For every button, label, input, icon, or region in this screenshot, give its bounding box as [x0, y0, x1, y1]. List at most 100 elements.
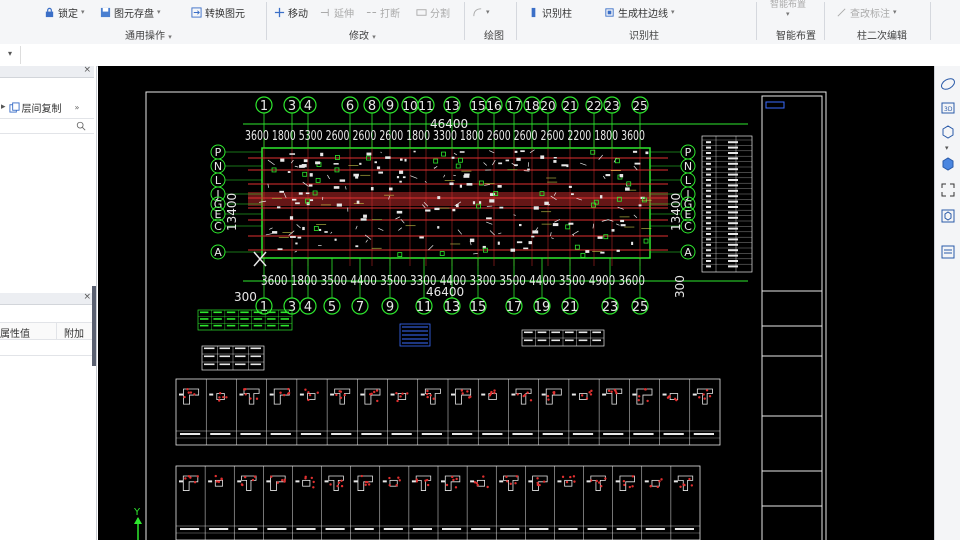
detail-dim-text [451, 393, 455, 396]
rebar-mark [463, 175, 470, 178]
rebar-dot [690, 484, 694, 487]
rebar-mark [531, 235, 535, 238]
lock-button[interactable]: 锁定 ▾ [44, 4, 85, 20]
rebar-mark [334, 238, 337, 241]
rebar-dot [658, 480, 661, 483]
cad-drawing-canvas[interactable]: 1 3 4 6 8 9 10 11 13 15 16 17 18 20 21 22 23 25 1 3 4 5 7 9 11 1… [98, 66, 934, 540]
rebar-mark [291, 198, 297, 201]
properties-table-header: 属性值 附加 [0, 322, 94, 340]
fit-view-button[interactable] [938, 180, 958, 200]
schedule-cell-text [706, 260, 711, 262]
cube-outline-icon [942, 125, 954, 139]
white-legend-table-text [204, 347, 215, 350]
identify-column-button[interactable]: 识别柱 [528, 4, 572, 20]
rebar-dot [343, 393, 346, 397]
splitter-handle[interactable] [92, 286, 96, 366]
smart-layout-dropdown[interactable]: ▾ [786, 6, 790, 22]
schedule-cell-text [706, 233, 711, 235]
axis-label: 23 [604, 99, 619, 113]
dropdown-arrow-icon[interactable]: ▸ [1, 102, 6, 112]
rebar-dot [193, 393, 196, 396]
rebar-dot [255, 397, 259, 400]
green-legend-table-text [253, 324, 263, 327]
column-outline [603, 234, 609, 240]
leader-line [550, 232, 552, 237]
properties-view-button[interactable] [938, 242, 958, 262]
save-elements-button[interactable]: 图元存盘 ▾ [100, 4, 161, 20]
convert-elements-button[interactable]: 转换图元 [191, 4, 245, 20]
view-3d-button[interactable] [938, 122, 958, 142]
rebar-dot [304, 475, 307, 479]
schedule-cell-text [728, 233, 738, 235]
rebar-dot [184, 477, 187, 480]
orbit-button[interactable] [938, 74, 958, 94]
extend-button[interactable]: 延伸 [320, 4, 354, 20]
close-icon[interactable]: × [83, 292, 91, 302]
floor-copy-button[interactable]: 层间复制 [8, 100, 62, 115]
schedule-cell-text [706, 195, 711, 198]
green-legend-table-text [267, 311, 276, 314]
chevron-down-icon[interactable]: ▾ [945, 144, 949, 152]
more-icon[interactable]: » [75, 103, 80, 112]
query-annotation-button[interactable]: 查改标注 ▾ [836, 4, 897, 20]
sub-toolbar: ▾ [0, 44, 960, 67]
rebar-dot [339, 396, 343, 399]
detail-dim-text [692, 393, 697, 396]
generate-edge-line-button[interactable]: 生成柱边线 ▾ [604, 4, 675, 20]
axis-label: A [684, 246, 692, 259]
axis-label: 8 [368, 99, 376, 114]
rebar-dot [335, 393, 338, 397]
leader-line [288, 230, 295, 236]
break-label: 打断 [380, 8, 400, 20]
rebar-mark [459, 151, 465, 153]
detail-caption-text [471, 528, 491, 530]
detail-dim-text [390, 393, 395, 396]
schedule-cell-text [706, 146, 711, 149]
detail-caption-text [558, 528, 578, 530]
schedule-cell-text [728, 243, 738, 246]
rebar-mark [486, 217, 492, 220]
schedule-cell-text [706, 184, 711, 187]
detail-caption-text [331, 433, 352, 435]
element-view-button[interactable] [938, 206, 958, 226]
rebar-mark [376, 166, 381, 170]
detail-dim-text [586, 480, 591, 483]
title-block-logo [765, 101, 785, 109]
rebar-dot [218, 392, 222, 395]
close-icon[interactable]: × [83, 65, 91, 75]
rebar-dot [276, 481, 280, 484]
move-button[interactable]: 移动 [274, 4, 308, 20]
solid-view-button[interactable] [938, 154, 958, 174]
rebar-dot [486, 485, 489, 489]
chevron-down-icon[interactable]: ▾ [8, 49, 12, 58]
identify-column-label: 识别柱 [542, 8, 572, 20]
detail-dim-text [299, 393, 304, 396]
schedule-cell-text [728, 254, 738, 257]
rebar-mark [533, 206, 539, 210]
schedule-cell-text [706, 222, 711, 225]
view-2d-button[interactable]: 3D [938, 98, 958, 118]
arc-draw-button[interactable]: ▾ [472, 4, 490, 20]
detail-dim-text [237, 480, 242, 483]
ucs-y-label: Y [133, 507, 141, 518]
green-legend-table-text [200, 311, 209, 314]
schedule-cell-text [706, 227, 711, 230]
detail-caption-text [296, 528, 316, 530]
rebar-mark [568, 185, 572, 188]
rebar-dot [399, 395, 402, 398]
rebar-mark [449, 182, 454, 186]
group-separator [266, 2, 267, 40]
leader-line [633, 214, 638, 219]
rebar-mark [287, 171, 291, 173]
split-button[interactable]: 分割 [416, 4, 450, 20]
schedule-cell-text [728, 146, 738, 149]
rebar-dot [698, 396, 701, 399]
rebar-dot [282, 393, 286, 397]
search-input[interactable] [0, 118, 94, 134]
rebar-dot [573, 480, 576, 483]
break-button[interactable]: 打断 [366, 4, 400, 20]
rebar-dot [552, 391, 555, 394]
axis-label: 20 [540, 99, 555, 113]
axis-label: A [214, 246, 222, 259]
leader-line [428, 245, 434, 251]
